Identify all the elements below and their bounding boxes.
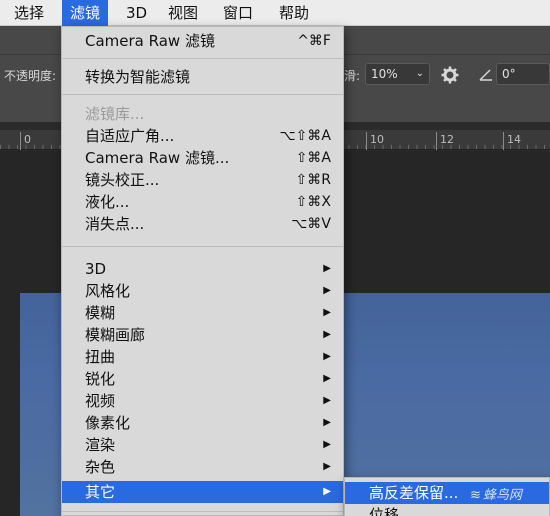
menu-item-label: 杂色	[85, 458, 116, 476]
submenu-item-sharpen[interactable]: 锐化 ▶	[62, 368, 343, 390]
menu-item-label: 像素化	[85, 414, 131, 432]
submenu-item-render[interactable]: 渲染 ▶	[62, 434, 343, 456]
submenu-item-distort[interactable]: 扭曲 ▶	[62, 346, 343, 368]
menu-item-filter-gallery: 滤镜库...	[62, 103, 343, 125]
ruler-label-0: 0	[24, 133, 31, 146]
ruler-major-tick	[20, 132, 21, 150]
menu-item-vanishing-point[interactable]: 消失点... ⌥⌘V	[62, 213, 343, 235]
chevron-right-icon: ▶	[323, 285, 331, 296]
menu-item-label: 视频	[85, 392, 116, 410]
menu-item-label: 渲染	[85, 436, 116, 454]
menu-item-shortcut: ⇧⌘X	[295, 194, 331, 210]
chevron-right-icon: ▶	[323, 486, 331, 497]
menu-item-label: 3D	[85, 260, 107, 278]
menu-item-adaptive-wide-angle[interactable]: 自适应广角... ⌥⇧⌘A	[62, 125, 343, 147]
menu-item-label: 风格化	[85, 282, 131, 300]
watermark-text: 蜂鸟网	[482, 488, 522, 503]
menu-select[interactable]: 选择	[6, 0, 52, 26]
menu-help[interactable]: 帮助	[271, 0, 317, 26]
ruler-major-tick	[503, 132, 504, 150]
chevron-right-icon: ▶	[323, 461, 331, 472]
ruler-major-tick	[366, 132, 367, 150]
submenu-item-pixelate[interactable]: 像素化 ▶	[62, 412, 343, 434]
ruler-label-12: 12	[440, 133, 454, 146]
menu-item-label: 其它	[85, 483, 116, 501]
menu-item-label: 模糊画廊	[85, 326, 146, 344]
menu-item-shortcut: ⌥⇧⌘A	[279, 128, 331, 144]
menu-item-label: Camera Raw 滤镜	[85, 32, 215, 50]
chevron-right-icon: ▶	[323, 263, 331, 274]
chevron-right-icon: ▶	[323, 439, 331, 450]
menu-item-shortcut: ^⌘F	[297, 33, 331, 49]
chevron-right-icon: ▶	[323, 373, 331, 384]
menu-item-label: 高反差保留...	[369, 484, 459, 502]
chevron-down-icon: ⌄	[415, 68, 424, 79]
menu-item-label: 液化...	[85, 193, 130, 211]
menu-item-lens-correction[interactable]: 镜头校正... ⇧⌘R	[62, 169, 343, 191]
submenu-item-3d[interactable]: 3D ▶	[62, 258, 343, 280]
flow-select[interactable]: 10% ⌄	[365, 63, 430, 85]
submenu-item-video[interactable]: 视频 ▶	[62, 390, 343, 412]
chevron-right-icon: ▶	[323, 395, 331, 406]
menu-item-liquify[interactable]: 液化... ⇧⌘X	[62, 191, 343, 213]
menu-item-label: 滤镜库...	[85, 105, 145, 123]
chevron-right-icon: ▶	[323, 307, 331, 318]
menu-item-label: 转换为智能滤镜	[85, 68, 191, 86]
gear-icon[interactable]	[441, 63, 459, 85]
submenu-item-other[interactable]: 其它 ▶	[62, 481, 343, 503]
ruler-major-tick	[436, 132, 437, 150]
submenu-item-offset[interactable]: 位移	[345, 504, 549, 516]
menu-item-convert-smart-filters[interactable]: 转换为智能滤镜	[62, 66, 343, 88]
menu-item-camera-raw-filter[interactable]: Camera Raw 滤镜... ⇧⌘A	[62, 147, 343, 169]
menu-item-label: 模糊	[85, 304, 116, 322]
menu-window[interactable]: 窗口	[215, 0, 261, 26]
flow-label: 滑:	[344, 69, 361, 83]
ruler-label-14: 14	[507, 133, 521, 146]
menu-item-label: Camera Raw 滤镜...	[85, 149, 230, 167]
menu-item-shortcut: ⇧⌘R	[295, 172, 331, 188]
menu-3d[interactable]: 3D	[118, 0, 155, 26]
angle-icon	[478, 63, 494, 85]
chevron-right-icon: ▶	[323, 417, 331, 428]
menu-item-label: 镜头校正...	[85, 171, 160, 189]
menu-item-shortcut: ⌥⌘V	[291, 216, 331, 232]
submenu-item-blur-gallery[interactable]: 模糊画廊 ▶	[62, 324, 343, 346]
menu-separator	[62, 94, 343, 95]
app-menu-bar: 选择 滤镜 3D 视图 窗口 帮助	[0, 0, 550, 26]
bird-wing-icon: ≋	[470, 488, 481, 503]
menu-view[interactable]: 视图	[160, 0, 206, 26]
angle-input[interactable]: 0°	[496, 63, 550, 85]
watermark-logo: ≋ 蜂鸟网	[470, 484, 522, 503]
opacity-label: 不透明度:	[4, 69, 57, 83]
menu-item-label: 消失点...	[85, 215, 145, 233]
menu-separator	[62, 511, 343, 512]
chevron-right-icon: ▶	[323, 329, 331, 340]
menu-item-label: 锐化	[85, 370, 116, 388]
menu-item-last-filter[interactable]: Camera Raw 滤镜 ^⌘F	[62, 30, 343, 52]
menu-separator	[62, 58, 343, 59]
chevron-right-icon: ▶	[323, 351, 331, 362]
menu-item-label: 位移	[369, 506, 400, 516]
submenu-item-noise[interactable]: 杂色 ▶	[62, 456, 343, 478]
menu-separator	[62, 246, 343, 247]
menu-item-label: 扭曲	[85, 348, 116, 366]
menu-filter[interactable]: 滤镜	[62, 0, 109, 26]
submenu-item-stylize[interactable]: 风格化 ▶	[62, 280, 343, 302]
menu-item-label: 自适应广角...	[85, 127, 175, 145]
filter-menu: Camera Raw 滤镜 ^⌘F 转换为智能滤镜 滤镜库... 自适应广角..…	[61, 26, 344, 516]
ruler-label-10: 10	[370, 133, 384, 146]
submenu-item-blur[interactable]: 模糊 ▶	[62, 302, 343, 324]
menu-item-shortcut: ⇧⌘A	[295, 150, 331, 166]
flow-value: 10%	[371, 67, 398, 81]
